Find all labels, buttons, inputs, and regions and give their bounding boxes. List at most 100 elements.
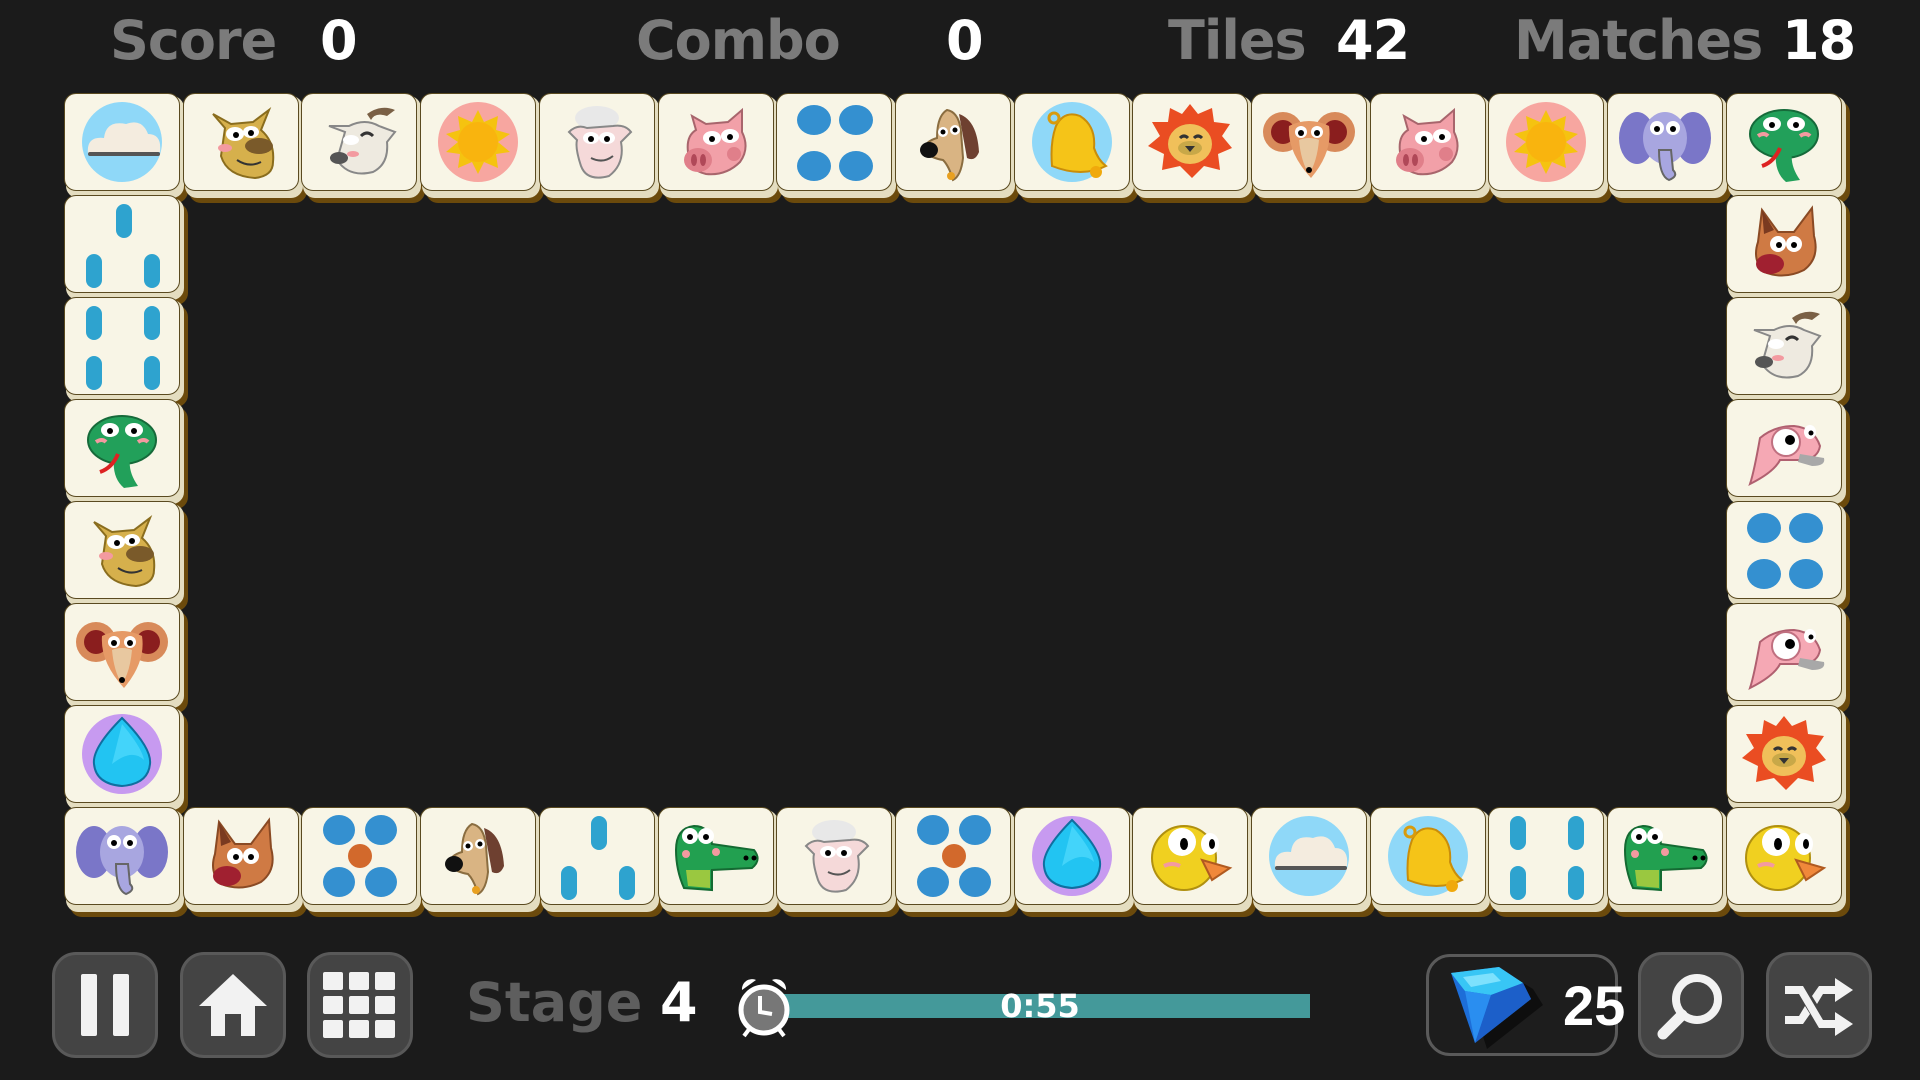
tile-face[interactable] — [776, 807, 893, 905]
pig-icon — [1395, 107, 1459, 176]
flamingo-icon — [1748, 424, 1825, 486]
tile-three-bars[interactable] — [538, 807, 663, 917]
tile-four-dots[interactable] — [776, 93, 901, 203]
tile-face[interactable] — [182, 93, 299, 191]
tile-face[interactable] — [1132, 93, 1249, 191]
tile-cloud[interactable] — [64, 93, 188, 203]
tile-pig[interactable] — [657, 93, 782, 203]
tile-face[interactable] — [1725, 297, 1842, 395]
tile-sheep[interactable] — [538, 93, 663, 203]
stage-value: 4 — [660, 971, 698, 1034]
tile-face[interactable] — [1725, 399, 1842, 497]
tile-elephant[interactable] — [1607, 93, 1732, 203]
tile-four-dots[interactable] — [1725, 501, 1850, 611]
tile-five-dots[interactable] — [894, 807, 1019, 917]
tile-elephant[interactable] — [64, 807, 188, 917]
tile-snake[interactable] — [64, 399, 188, 509]
tile-lion[interactable] — [1725, 705, 1850, 815]
tile-bell[interactable] — [1369, 807, 1494, 917]
camel-icon — [93, 515, 156, 588]
gems-counter-button[interactable]: 25 — [1426, 954, 1625, 1056]
tile-face[interactable] — [776, 93, 893, 191]
tile-face[interactable] — [1369, 807, 1486, 905]
dog-icon — [445, 822, 505, 896]
hint-button[interactable] — [1638, 952, 1744, 1058]
tile-face[interactable] — [64, 705, 180, 803]
tile-goat[interactable] — [301, 93, 426, 203]
tile-face[interactable] — [64, 399, 180, 497]
tile-sheep[interactable] — [776, 807, 901, 917]
tile-mouse[interactable] — [1251, 93, 1375, 203]
tile-cloud[interactable] — [1251, 807, 1375, 917]
tile-chick[interactable] — [1132, 807, 1257, 917]
tile-lion[interactable] — [1132, 93, 1257, 203]
tile-face[interactable] — [1013, 93, 1130, 191]
tile-face[interactable] — [420, 93, 537, 191]
tile-three-bars[interactable] — [64, 195, 188, 305]
tile-face[interactable] — [1488, 807, 1605, 905]
tile-sun[interactable] — [420, 93, 545, 203]
tile-face[interactable] — [894, 93, 1011, 191]
tile-dog[interactable] — [894, 93, 1019, 203]
tile-face[interactable] — [301, 93, 418, 191]
tile-face[interactable] — [1725, 705, 1842, 803]
tile-face[interactable] — [1251, 93, 1367, 191]
tile-sun[interactable] — [1488, 93, 1613, 203]
tile-face[interactable] — [1725, 195, 1842, 293]
tile-face[interactable] — [64, 807, 180, 905]
tile-face[interactable] — [1607, 93, 1724, 191]
tile-face[interactable] — [64, 297, 180, 395]
tile-snake[interactable] — [1725, 93, 1850, 203]
tile-face[interactable] — [538, 807, 655, 905]
bottom-toolbar: Stage 4 0:55 25 — [0, 940, 1920, 1080]
tile-face[interactable] — [64, 603, 180, 701]
tile-chick[interactable] — [1725, 807, 1850, 917]
tile-board — [0, 0, 1920, 940]
tile-face[interactable] — [182, 807, 299, 905]
menu-button[interactable] — [307, 952, 413, 1058]
tile-mouse[interactable] — [64, 603, 188, 713]
tile-face[interactable] — [657, 93, 774, 191]
shuffle-button[interactable] — [1766, 952, 1872, 1058]
tile-four-bars[interactable] — [64, 297, 188, 407]
tile-face[interactable] — [538, 93, 655, 191]
tile-camel[interactable] — [182, 93, 307, 203]
tile-face[interactable] — [64, 195, 180, 293]
tile-fox[interactable] — [1725, 195, 1850, 305]
five-dots-icon — [916, 815, 991, 897]
tile-flamingo[interactable] — [1725, 399, 1850, 509]
tile-face[interactable] — [64, 501, 180, 599]
tile-face[interactable] — [894, 807, 1011, 905]
pause-button[interactable] — [52, 952, 158, 1058]
tile-face[interactable] — [1725, 501, 1842, 599]
tile-five-dots[interactable] — [301, 807, 426, 917]
pig-icon — [683, 107, 746, 176]
tile-water-drop[interactable] — [64, 705, 188, 815]
tile-face[interactable] — [420, 807, 537, 905]
tile-fox[interactable] — [182, 807, 307, 917]
tile-face[interactable] — [1725, 603, 1842, 701]
tile-camel[interactable] — [64, 501, 188, 611]
tile-face[interactable] — [1607, 807, 1724, 905]
tile-face[interactable] — [1251, 807, 1367, 905]
tile-face[interactable] — [657, 807, 774, 905]
snake-icon — [1748, 109, 1819, 182]
tile-face[interactable] — [1725, 93, 1842, 191]
tile-face[interactable] — [301, 807, 418, 905]
tile-face[interactable] — [1369, 93, 1486, 191]
tile-bell[interactable] — [1013, 93, 1138, 203]
tile-four-bars[interactable] — [1488, 807, 1613, 917]
tile-face[interactable] — [1488, 93, 1605, 191]
tile-water-drop[interactable] — [1013, 807, 1138, 917]
tile-face[interactable] — [1013, 807, 1130, 905]
tile-pig[interactable] — [1369, 93, 1494, 203]
tile-face[interactable] — [1132, 807, 1249, 905]
tile-flamingo[interactable] — [1725, 603, 1850, 713]
tile-crocodile[interactable] — [657, 807, 782, 917]
tile-goat[interactable] — [1725, 297, 1850, 407]
tile-dog[interactable] — [420, 807, 545, 917]
home-button[interactable] — [180, 952, 286, 1058]
tile-face[interactable] — [1725, 807, 1842, 905]
tile-crocodile[interactable] — [1607, 807, 1732, 917]
tile-face[interactable] — [64, 93, 180, 191]
